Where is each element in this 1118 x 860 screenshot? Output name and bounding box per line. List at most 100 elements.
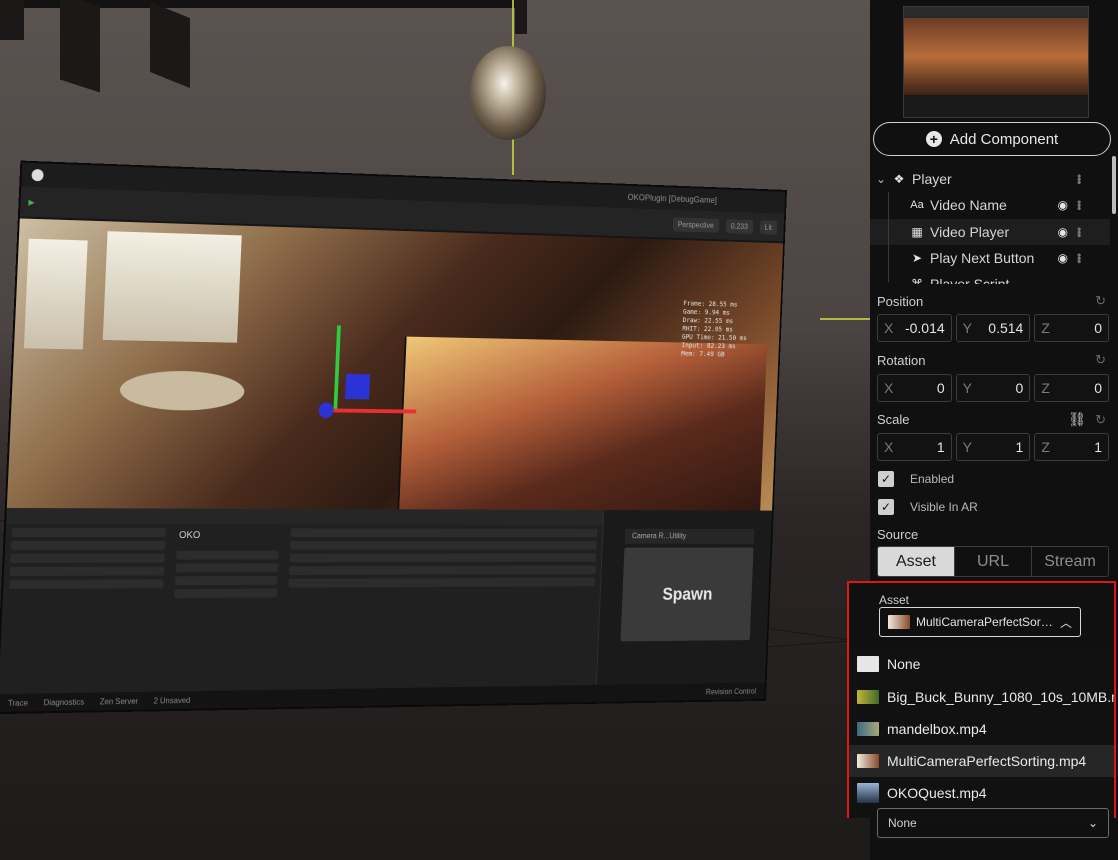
scale-z-field[interactable]: Z1 [1034, 433, 1109, 461]
tree-item-label: Player Script [930, 276, 1009, 284]
project-settings-panel[interactable]: OKO [164, 509, 288, 710]
project-settings-header [172, 509, 286, 525]
round-table [119, 370, 245, 411]
reset-icon[interactable]: ↻ [1095, 412, 1106, 428]
asset-option-mandelbox[interactable]: mandelbox.mp4 [849, 713, 1114, 745]
position-y-field[interactable]: Y 0.514 [956, 314, 1031, 342]
window-light [103, 231, 242, 343]
chevron-down-icon[interactable]: ⌄ [876, 172, 890, 186]
visible-ar-checkbox[interactable]: ✓ [878, 499, 894, 515]
eye-icon[interactable]: ◉ [1058, 198, 1068, 212]
rotation-z-field[interactable]: Z0 [1034, 374, 1109, 402]
editor-viewport[interactable]: Frame: 28.55 ms Game: 9.94 ms Draw: 22.5… [7, 218, 783, 510]
script-icon: ⌘ [908, 277, 926, 284]
chevron-down-icon: ⌄ [1088, 816, 1098, 830]
3d-viewport[interactable]: OKOPlugin [DebugGame] ▶ Perspective 0.23… [0, 0, 870, 860]
asset-select[interactable]: MultiCameraPerfectSorting.mp4 ︿ [879, 607, 1081, 637]
source-tab-asset[interactable]: Asset [878, 547, 955, 576]
text-icon: Aa [908, 199, 926, 211]
ceiling-block [150, 2, 190, 88]
rotation-x-field[interactable]: X0 [877, 374, 952, 402]
scale-fields: X1 Y1 Z1 [877, 433, 1109, 461]
chrome-sphere [470, 46, 546, 140]
oko-title: OKO [171, 524, 286, 547]
status-unsaved[interactable]: 2 Unsaved [153, 696, 190, 705]
enabled-row: ✓ Enabled [878, 471, 954, 487]
asset-option-big-buck-bunny[interactable]: Big_Buck_Bunny_1080_10s_10MB.mp4 [849, 681, 1114, 713]
status-trace[interactable]: Trace [8, 698, 28, 707]
add-component-button[interactable]: + Add Component [873, 122, 1111, 156]
add-component-label: Add Component [950, 131, 1058, 148]
floating-editor-window[interactable]: OKOPlugin [DebugGame] ▶ Perspective 0.23… [0, 163, 785, 712]
details-header [286, 509, 604, 525]
viewport-mode-button[interactable]: Perspective [672, 217, 719, 233]
more-options-icon[interactable]: ••• [1072, 174, 1086, 184]
video-thumbnail-icon [857, 722, 879, 736]
asset-option-label: None [887, 656, 920, 672]
editor-window-title: OKOPlugin [DebugGame] [627, 192, 717, 205]
eye-icon[interactable]: ◉ [1058, 251, 1068, 265]
more-options-icon[interactable]: ••• [1072, 200, 1086, 210]
play-icon[interactable]: ▶ [28, 197, 34, 206]
position-x-field[interactable]: X -0.014 [877, 314, 952, 342]
position-fields: X -0.014 Y 0.514 Z0 [877, 314, 1109, 342]
details-panel[interactable] [278, 509, 605, 707]
gizmo-x-axis[interactable] [333, 409, 416, 414]
tree-item-player[interactable]: ⌄ ❖ Player ••• [870, 166, 1110, 192]
tree-item-video-player[interactable]: ▦ Video Player ◉ ••• [870, 219, 1110, 245]
window-light [24, 239, 88, 350]
camera-inset-view [397, 337, 768, 511]
camera-rig-utility-tab[interactable]: Camera R...Utility [625, 529, 755, 544]
blank-thumbnail-icon [857, 656, 879, 672]
asset-option-label: MultiCameraPerfectSorting.mp4 [887, 753, 1086, 769]
rotation-y-field[interactable]: Y0 [956, 374, 1031, 402]
asset-option-okoquest[interactable]: OKOQuest.mp4 [849, 777, 1114, 809]
tree-item-label: Video Name [930, 197, 1007, 213]
rotation-fields: X0 Y0 Z0 [877, 374, 1109, 402]
enabled-checkbox[interactable]: ✓ [878, 471, 894, 487]
eye-icon[interactable]: ◉ [1058, 225, 1068, 239]
visible-ar-row: ✓ Visible In AR [878, 499, 978, 515]
hierarchy-scrollbar[interactable] [1112, 156, 1116, 214]
more-options-icon[interactable]: ••• [1072, 227, 1086, 237]
status-diagnostics[interactable]: Diagnostics [43, 697, 84, 707]
enabled-label: Enabled [910, 472, 954, 486]
status-zen-server[interactable]: Zen Server [100, 696, 139, 706]
scale-y-field[interactable]: Y1 [956, 433, 1031, 461]
stat-line: Mem: 7.49 GB [681, 350, 746, 360]
viewport-scale-button[interactable]: 0.233 [725, 219, 753, 234]
components-icon: ❖ [890, 172, 908, 186]
position-z-field[interactable]: Z0 [1034, 314, 1109, 342]
tree-item-player-script[interactable]: ⌘ Player Script [870, 271, 1110, 284]
outliner-header [6, 508, 172, 524]
tree-item-label: Player [912, 171, 952, 187]
secondary-select[interactable]: None ⌄ [877, 808, 1109, 838]
gizmo-z-box[interactable] [345, 374, 370, 399]
video-thumbnail-icon [857, 783, 879, 803]
video-thumbnail-icon [857, 754, 879, 768]
reset-icon[interactable]: ↻ [1095, 293, 1106, 309]
tree-connector [888, 192, 889, 282]
source-tab-url[interactable]: URL [955, 547, 1032, 576]
reset-icon[interactable]: ↻ [1095, 352, 1106, 368]
tree-item-video-name[interactable]: Aa Video Name ◉ ••• [870, 192, 1110, 218]
gizmo-origin[interactable] [318, 402, 334, 418]
outliner-panel[interactable] [0, 508, 174, 712]
source-tab-stream[interactable]: Stream [1032, 547, 1108, 576]
link-icon[interactable]: ⛓ [1068, 411, 1086, 428]
spawn-button[interactable]: Spawn [621, 548, 754, 642]
more-options-icon[interactable]: ••• [1072, 253, 1086, 263]
gizmo-y-axis[interactable] [333, 325, 340, 412]
scale-x-field[interactable]: X1 [877, 433, 952, 461]
tree-item-play-next-button[interactable]: ➤ Play Next Button ◉ ••• [870, 245, 1110, 271]
tree-item-label: Video Player [930, 224, 1009, 240]
asset-option-label: Big_Buck_Bunny_1080_10s_10MB.mp4 [887, 689, 1114, 705]
cursor-icon: ➤ [908, 251, 926, 265]
revision-control-button[interactable]: Revision Control [706, 687, 756, 696]
preview-thumbnail [903, 6, 1089, 118]
viewport-lit-button[interactable]: Lit [759, 220, 777, 234]
asset-option-none[interactable]: None [849, 648, 1114, 680]
asset-option-multicamera[interactable]: MultiCameraPerfectSorting.mp4 [849, 745, 1114, 777]
ceiling-pillar [515, 0, 527, 34]
film-icon: ▦ [908, 225, 926, 239]
